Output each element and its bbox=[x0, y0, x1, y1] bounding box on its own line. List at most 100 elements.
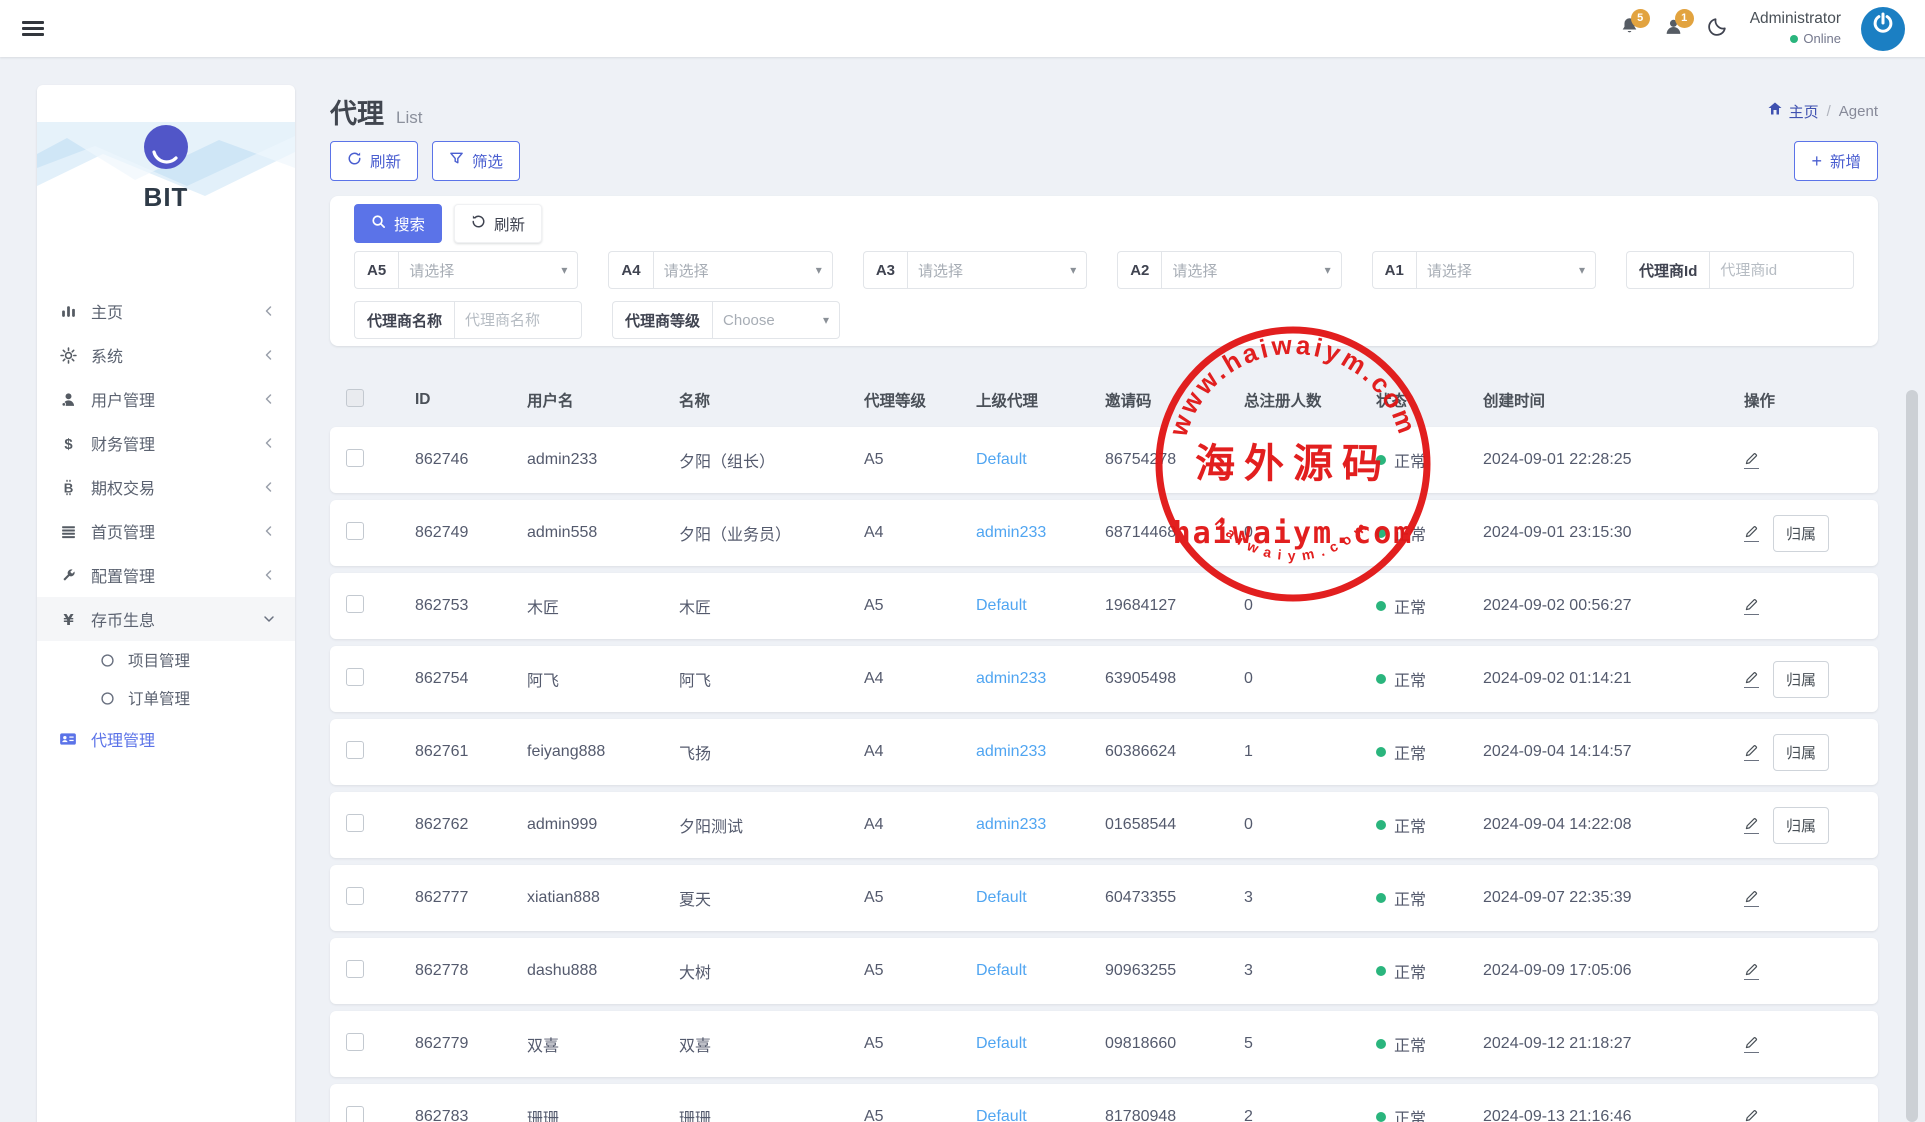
level-filter-select-a1[interactable]: 请选择▾ bbox=[1416, 251, 1596, 289]
table-row: 862746 admin233 夕阳（组长） A5 Default 867542… bbox=[330, 427, 1878, 493]
row-checkbox[interactable] bbox=[346, 814, 364, 832]
sidebar-item-4[interactable]: $财务管理 bbox=[37, 421, 295, 465]
sidebar-item-11[interactable]: 代理管理 bbox=[37, 717, 295, 761]
cell-parent-agent-link[interactable]: admin233 bbox=[976, 816, 1105, 834]
row-checkbox[interactable] bbox=[346, 960, 364, 978]
sidebar-item-10[interactable]: 订单管理 bbox=[37, 679, 295, 717]
agent-id-input[interactable] bbox=[1709, 251, 1854, 289]
select-all-checkbox[interactable] bbox=[346, 389, 364, 407]
cell-parent-agent-link[interactable]: admin233 bbox=[976, 670, 1105, 688]
sidebar-item-label: 代理管理 bbox=[91, 727, 275, 751]
row-checkbox[interactable] bbox=[346, 1106, 364, 1122]
sidebar-item-6[interactable]: 首页管理 bbox=[37, 509, 295, 553]
edit-button[interactable] bbox=[1744, 816, 1759, 834]
assign-button[interactable]: 归属 bbox=[1773, 807, 1829, 844]
sidebar-item-5[interactable]: B期权交易 bbox=[37, 465, 295, 509]
sidebar-item-2[interactable]: 系统 bbox=[37, 333, 295, 377]
level-filter-label: A3 bbox=[863, 251, 907, 289]
cell-status: 正常 bbox=[1376, 1032, 1483, 1056]
chevron-down-icon: ▾ bbox=[561, 263, 567, 277]
row-checkbox[interactable] bbox=[346, 522, 364, 540]
assign-button[interactable]: 归属 bbox=[1773, 515, 1829, 552]
cell-parent-agent-link[interactable]: Default bbox=[976, 1108, 1105, 1122]
dark-mode-button[interactable] bbox=[1706, 17, 1730, 41]
level-filter-label: A4 bbox=[608, 251, 652, 289]
table-row: 862777 xiatian888 夏天 A5 Default 60473355… bbox=[330, 865, 1878, 931]
sidebar-item-7[interactable]: 配置管理 bbox=[37, 553, 295, 597]
column-header: 代理等级 bbox=[864, 389, 976, 411]
cell-parent-agent-link[interactable]: admin233 bbox=[976, 743, 1105, 761]
cell-parent-agent-link[interactable]: Default bbox=[976, 597, 1105, 615]
breadcrumb-home[interactable]: 主页 bbox=[1767, 101, 1819, 122]
add-button[interactable]: + 新增 bbox=[1794, 141, 1878, 181]
cell-status: 正常 bbox=[1376, 959, 1483, 983]
user-block[interactable]: Administrator Online bbox=[1750, 9, 1841, 47]
cell-parent-agent-link[interactable]: Default bbox=[976, 1035, 1105, 1053]
edit-button[interactable] bbox=[1744, 597, 1759, 615]
edit-button[interactable] bbox=[1744, 1108, 1759, 1122]
search-panel: 搜索 刷新 A5请选择▾A4请选择▾A3请选择▾A2请选择▾A1请选择▾ 代理商… bbox=[330, 196, 1878, 346]
edit-button[interactable] bbox=[1744, 670, 1759, 688]
user-avatar[interactable] bbox=[1861, 7, 1905, 51]
filter-button[interactable]: 筛选 bbox=[432, 141, 520, 181]
edit-button[interactable] bbox=[1744, 524, 1759, 542]
refresh-icon bbox=[347, 151, 362, 171]
cell-parent-agent-link[interactable]: admin233 bbox=[976, 524, 1105, 542]
agent-level-select[interactable]: Choose ▾ bbox=[712, 301, 840, 339]
row-checkbox[interactable] bbox=[346, 449, 364, 467]
edit-button[interactable] bbox=[1744, 451, 1759, 469]
cell-status: 正常 bbox=[1376, 667, 1483, 691]
cell-parent-agent-link[interactable]: Default bbox=[976, 889, 1105, 907]
reset-button[interactable]: 刷新 bbox=[454, 204, 542, 243]
sidebar-item-1[interactable]: 主页 bbox=[37, 289, 295, 333]
column-header: ID bbox=[415, 391, 527, 409]
power-icon bbox=[1868, 11, 1898, 46]
messages-button[interactable]: 1 bbox=[1662, 17, 1686, 41]
row-checkbox[interactable] bbox=[346, 668, 364, 686]
agent-name-input[interactable] bbox=[454, 301, 582, 339]
refresh-button[interactable]: 刷新 bbox=[330, 141, 418, 181]
scrollbar-thumb[interactable] bbox=[1906, 390, 1918, 1122]
cell-registrations: 0 bbox=[1244, 597, 1376, 615]
level-filter-select-a2[interactable]: 请选择▾ bbox=[1161, 251, 1341, 289]
row-checkbox[interactable] bbox=[346, 1033, 364, 1051]
level-filter-select-a4[interactable]: 请选择▾ bbox=[653, 251, 833, 289]
sidebar-item-3[interactable]: 用户管理 bbox=[37, 377, 295, 421]
undo-icon bbox=[471, 214, 486, 234]
sidebar-item-8[interactable]: ¥存币生息 bbox=[37, 597, 295, 641]
cell-parent-agent-link[interactable]: Default bbox=[976, 962, 1105, 980]
row-checkbox[interactable] bbox=[346, 595, 364, 613]
level-filter-group-a3: A3请选择▾ bbox=[863, 251, 1087, 289]
breadcrumb-separator: / bbox=[1827, 103, 1831, 120]
status-dot bbox=[1376, 528, 1386, 538]
level-filter-select-a5[interactable]: 请选择▾ bbox=[398, 251, 578, 289]
level-filter-select-a3[interactable]: 请选择▾ bbox=[907, 251, 1087, 289]
edit-button[interactable] bbox=[1744, 743, 1759, 761]
pencil-icon bbox=[1744, 451, 1759, 466]
cell-username: 木匠 bbox=[527, 594, 679, 618]
assign-button[interactable]: 归属 bbox=[1773, 734, 1829, 771]
cell-invite-code: 86754278 bbox=[1105, 451, 1244, 469]
cell-agent-level: A4 bbox=[864, 670, 976, 688]
hamburger-menu-icon[interactable] bbox=[22, 18, 44, 38]
table-row: 862762 admin999 夕阳测试 A4 admin233 0165854… bbox=[330, 792, 1878, 858]
edit-button[interactable] bbox=[1744, 889, 1759, 907]
agent-level-group: 代理商等级 Choose ▾ bbox=[612, 301, 840, 339]
app-canvas: 5 1 Administrator Online bbox=[0, 0, 1925, 1122]
gear-icon bbox=[58, 347, 78, 364]
cell-invite-code: 09818660 bbox=[1105, 1035, 1244, 1053]
row-checkbox[interactable] bbox=[346, 741, 364, 759]
search-button[interactable]: 搜索 bbox=[354, 204, 442, 243]
assign-button[interactable]: 归属 bbox=[1773, 661, 1829, 698]
column-header: 操作 bbox=[1744, 389, 1862, 411]
pencil-icon bbox=[1744, 743, 1759, 758]
cell-status: 正常 bbox=[1376, 1105, 1483, 1122]
edit-button[interactable] bbox=[1744, 962, 1759, 980]
cell-id: 862778 bbox=[415, 962, 527, 980]
pencil-icon bbox=[1744, 1108, 1759, 1122]
row-checkbox[interactable] bbox=[346, 887, 364, 905]
cell-parent-agent-link[interactable]: Default bbox=[976, 451, 1105, 469]
edit-button[interactable] bbox=[1744, 1035, 1759, 1053]
notifications-button[interactable]: 5 bbox=[1618, 17, 1642, 41]
sidebar-item-9[interactable]: 项目管理 bbox=[37, 641, 295, 679]
